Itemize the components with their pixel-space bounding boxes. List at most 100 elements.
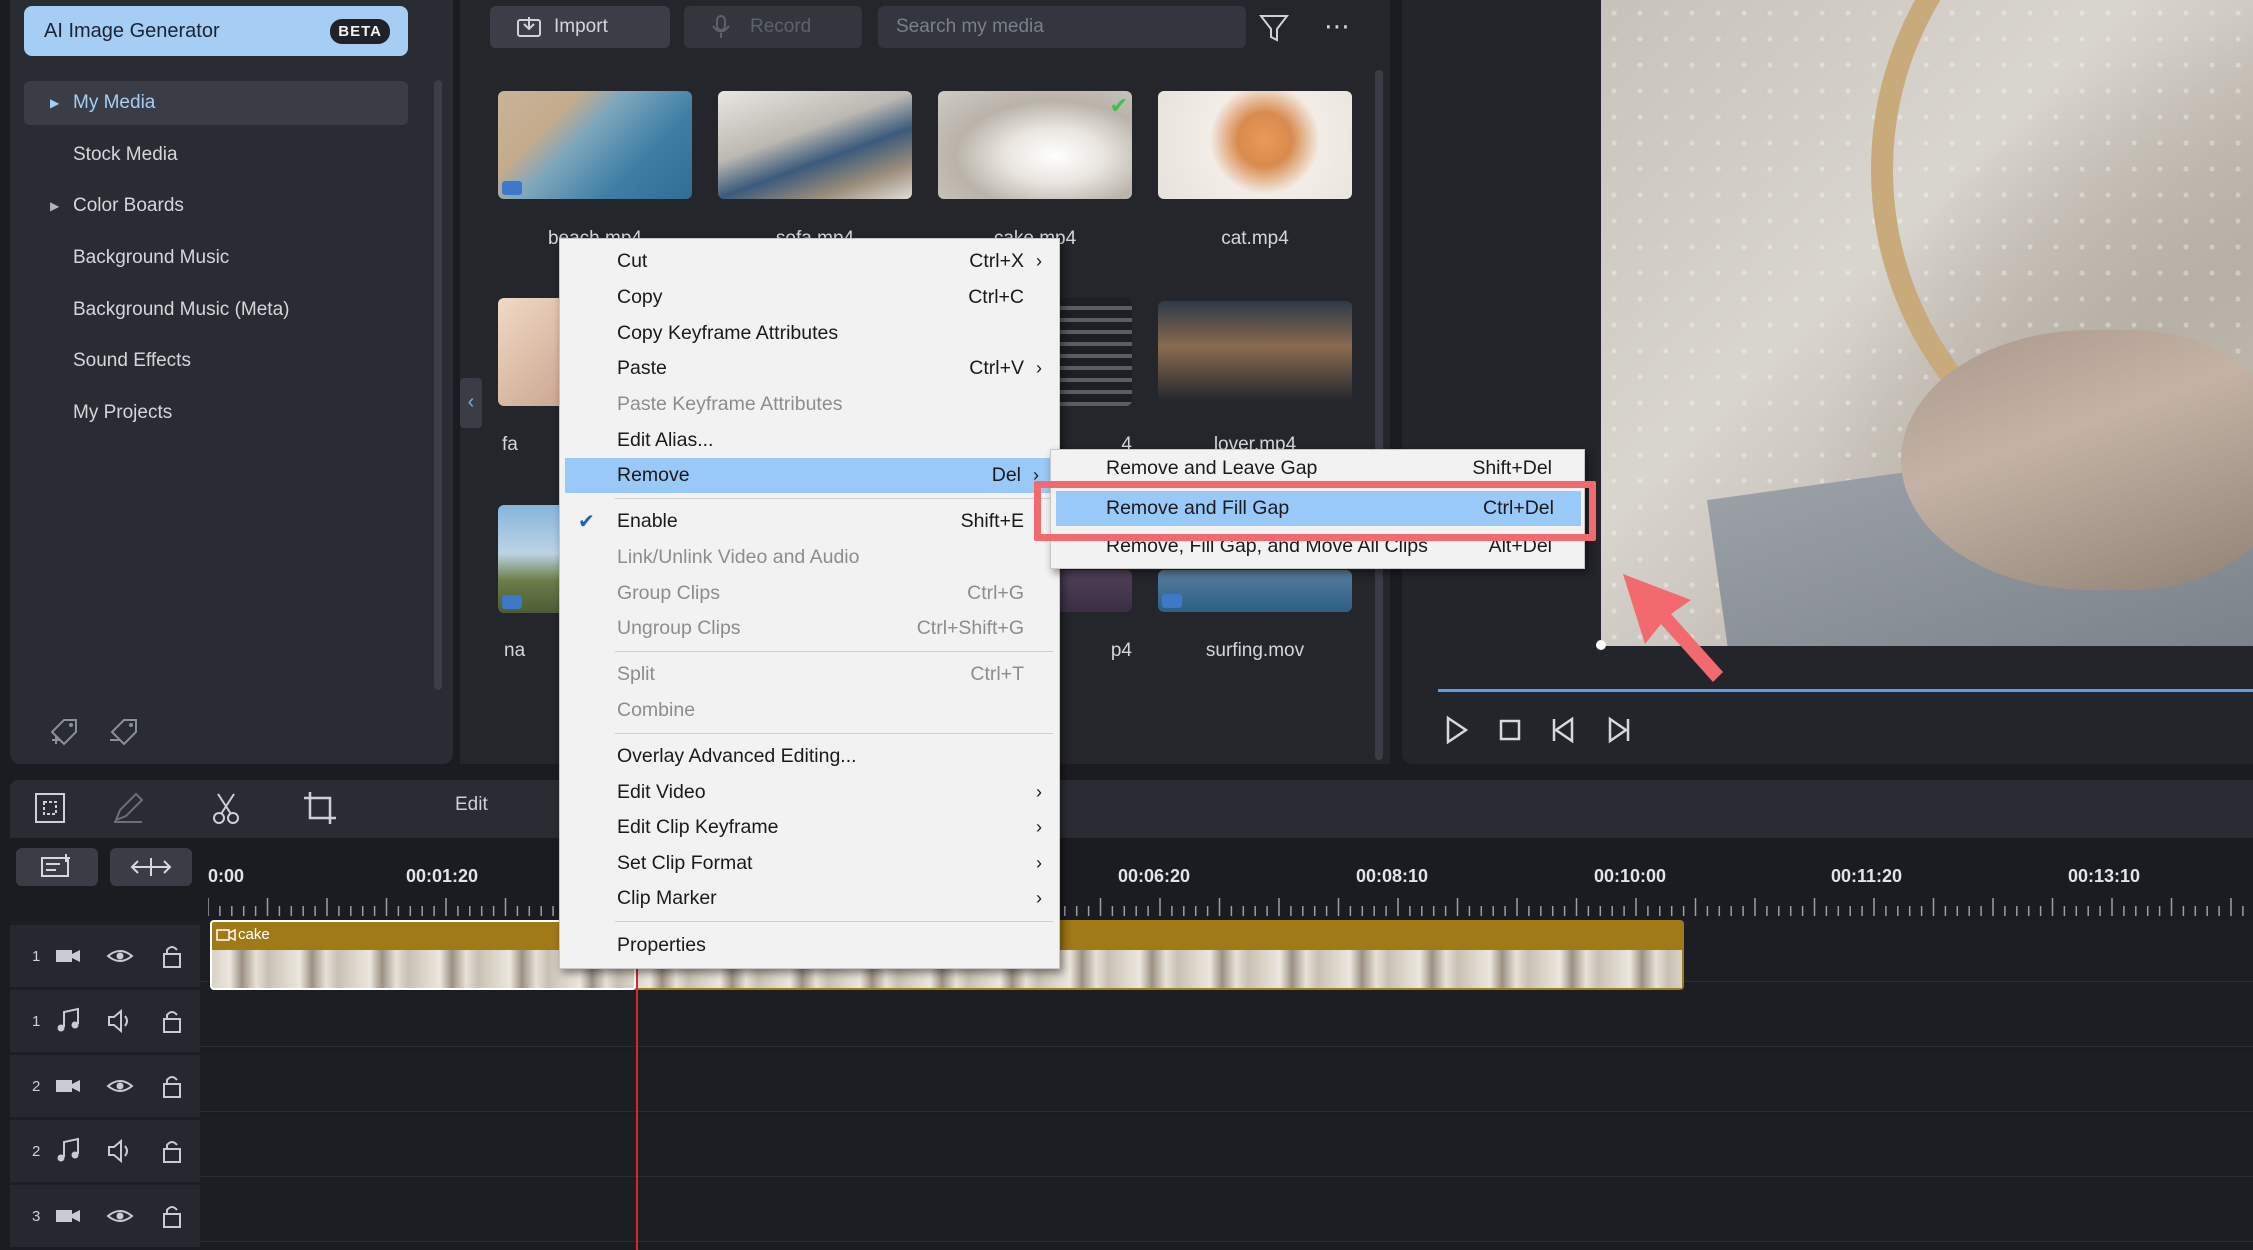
import-button[interactable]: Import — [490, 6, 670, 48]
library-item-stock-media[interactable]: Stock Media — [24, 133, 408, 177]
lock-icon[interactable] — [158, 1007, 186, 1035]
timecode-label: 00:08:10 — [1356, 866, 1429, 886]
menu-item-overlay-advanced-editing[interactable]: Overlay Advanced Editing... — [560, 739, 1059, 774]
library-item-label: My Media — [73, 92, 156, 113]
menu-item-label: Paste — [617, 357, 667, 379]
menu-item-shortcut: Del — [991, 464, 1021, 486]
media-thumb-lover[interactable] — [1158, 301, 1352, 403]
track-number: 2 — [32, 1142, 41, 1160]
menu-item-shortcut: Shift+Del — [1472, 457, 1552, 479]
menu-item-copy[interactable]: Copy Ctrl+C — [560, 280, 1059, 315]
timecode-label: 0:00 — [208, 866, 245, 886]
menu-item-cut[interactable]: Cut Ctrl+X › — [560, 244, 1059, 279]
speaker-icon[interactable] — [106, 1137, 134, 1165]
menu-item-combine[interactable]: Combine — [560, 693, 1059, 728]
crop-icon[interactable] — [300, 788, 340, 828]
timeline-ruler-ticks[interactable] — [208, 898, 2253, 916]
eye-icon[interactable] — [106, 942, 134, 970]
media-thumb-nature[interactable] — [498, 505, 568, 613]
library-item-sound-effects[interactable]: Sound Effects — [24, 339, 408, 383]
library-item-color-boards[interactable]: ▶ Color Boards — [24, 184, 408, 228]
ai-image-generator-button[interactable]: AI Image Generator BETA — [24, 6, 408, 56]
scissors-icon[interactable] — [206, 788, 246, 828]
video-track-icon — [56, 950, 80, 962]
preview-video-frame — [1601, 0, 2253, 646]
timecode-label: 00:13:10 — [2068, 866, 2141, 886]
timeline-edit-label[interactable]: Edit — [455, 794, 488, 816]
menu-item-edit-clip-keyframe[interactable]: Edit Clip Keyframe › — [560, 810, 1059, 845]
add-tag-icon[interactable] — [48, 716, 82, 746]
menu-item-shortcut: Ctrl+T — [970, 663, 1024, 685]
eye-icon[interactable] — [106, 1202, 134, 1230]
menu-item-shortcut: Ctrl+Shift+G — [916, 617, 1024, 639]
media-thumb-face[interactable] — [498, 298, 568, 406]
lock-icon[interactable] — [158, 1137, 186, 1165]
menu-item-ungroup-clips[interactable]: Ungroup Clips Ctrl+Shift+G — [560, 611, 1059, 646]
library-item-label: Background Music — [73, 247, 230, 269]
import-label: Import — [554, 16, 608, 37]
menu-item-group-clips[interactable]: Group Clips Ctrl+G — [560, 576, 1059, 611]
menu-separator — [615, 733, 1053, 734]
menu-item-label: Remove and Leave Gap — [1106, 457, 1318, 479]
menu-item-link-unlink[interactable]: Link/Unlink Video and Audio — [560, 540, 1059, 575]
track-header-video-2: 2 — [10, 1055, 200, 1117]
speaker-icon[interactable] — [106, 1007, 134, 1035]
annotation-highlight-box — [1034, 481, 1596, 541]
menu-item-remove[interactable]: Remove Del › — [565, 458, 1051, 493]
next-frame-icon[interactable] — [1600, 712, 1636, 748]
media-thumb-beach[interactable] — [498, 91, 692, 199]
media-label: surfing.mov — [1205, 640, 1305, 661]
play-icon[interactable] — [1438, 712, 1474, 748]
menu-item-split[interactable]: Split Ctrl+T — [560, 657, 1059, 692]
previous-frame-icon[interactable] — [1546, 712, 1582, 748]
menu-item-paste-keyframe-attributes[interactable]: Paste Keyframe Attributes — [560, 387, 1059, 422]
search-input[interactable]: Search my media — [878, 6, 1246, 48]
media-thumb-cake[interactable]: ✔ — [938, 91, 1132, 199]
media-thumb-cat[interactable] — [1158, 91, 1352, 199]
expand-arrow-icon[interactable]: ▶ — [50, 96, 59, 110]
more-options-icon[interactable]: ⋯ — [1320, 11, 1354, 45]
menu-item-properties[interactable]: Properties — [560, 928, 1059, 963]
expand-arrow-icon[interactable]: ▶ — [50, 199, 59, 213]
menu-item-clip-marker[interactable]: Clip Marker › — [560, 881, 1059, 916]
media-scrollbar[interactable] — [1375, 70, 1383, 760]
library-item-background-music-meta[interactable]: Background Music (Meta) — [24, 288, 408, 332]
library-item-my-media[interactable]: ▶ My Media — [24, 81, 408, 125]
filter-icon[interactable] — [1257, 11, 1291, 45]
fit-timeline-button[interactable] — [110, 848, 192, 886]
media-thumb-surfing[interactable] — [1158, 570, 1352, 612]
submenu-arrow-icon: › — [1036, 817, 1042, 837]
menu-item-enable[interactable]: ✔ Enable Shift+E — [560, 504, 1059, 539]
music-note-icon — [57, 1137, 79, 1162]
stop-icon[interactable] — [1492, 712, 1528, 748]
record-button[interactable]: Record — [684, 6, 862, 48]
annotation-arrow-icon — [1623, 574, 1723, 682]
track-number: 1 — [32, 1012, 41, 1030]
add-track-button[interactable] — [16, 848, 98, 886]
lock-icon[interactable] — [158, 1072, 186, 1100]
timecode-label: 00:01:20 — [406, 866, 479, 886]
library-scrollbar[interactable] — [434, 80, 442, 690]
menu-item-copy-keyframe-attributes[interactable]: Copy Keyframe Attributes — [560, 316, 1059, 351]
library-item-my-projects[interactable]: My Projects — [24, 391, 408, 435]
menu-item-set-clip-format[interactable]: Set Clip Format › — [560, 846, 1059, 881]
pen-tool-icon[interactable] — [108, 788, 148, 828]
eye-icon[interactable] — [106, 1072, 134, 1100]
video-badge-icon — [502, 595, 522, 609]
menu-item-edit-alias[interactable]: Edit Alias... — [560, 423, 1059, 458]
preview-progress-bar[interactable] — [1438, 689, 2253, 692]
video-badge-icon — [1162, 594, 1182, 608]
menu-item-label: Combine — [617, 699, 696, 721]
collapse-library-chevron-icon[interactable]: ‹ — [460, 378, 482, 428]
library-item-background-music[interactable]: Background Music — [24, 236, 408, 280]
menu-item-paste[interactable]: Paste Ctrl+V › — [560, 351, 1059, 386]
menu-item-label: Overlay Advanced Editing... — [617, 745, 857, 767]
track-number: 2 — [32, 1077, 41, 1095]
remove-tag-icon[interactable] — [108, 716, 142, 746]
track-row — [10, 985, 2253, 1047]
lock-icon[interactable] — [158, 942, 186, 970]
select-tool-icon[interactable] — [30, 788, 70, 828]
lock-icon[interactable] — [158, 1202, 186, 1230]
media-thumb-sofa[interactable] — [718, 91, 912, 199]
menu-item-edit-video[interactable]: Edit Video › — [560, 775, 1059, 810]
